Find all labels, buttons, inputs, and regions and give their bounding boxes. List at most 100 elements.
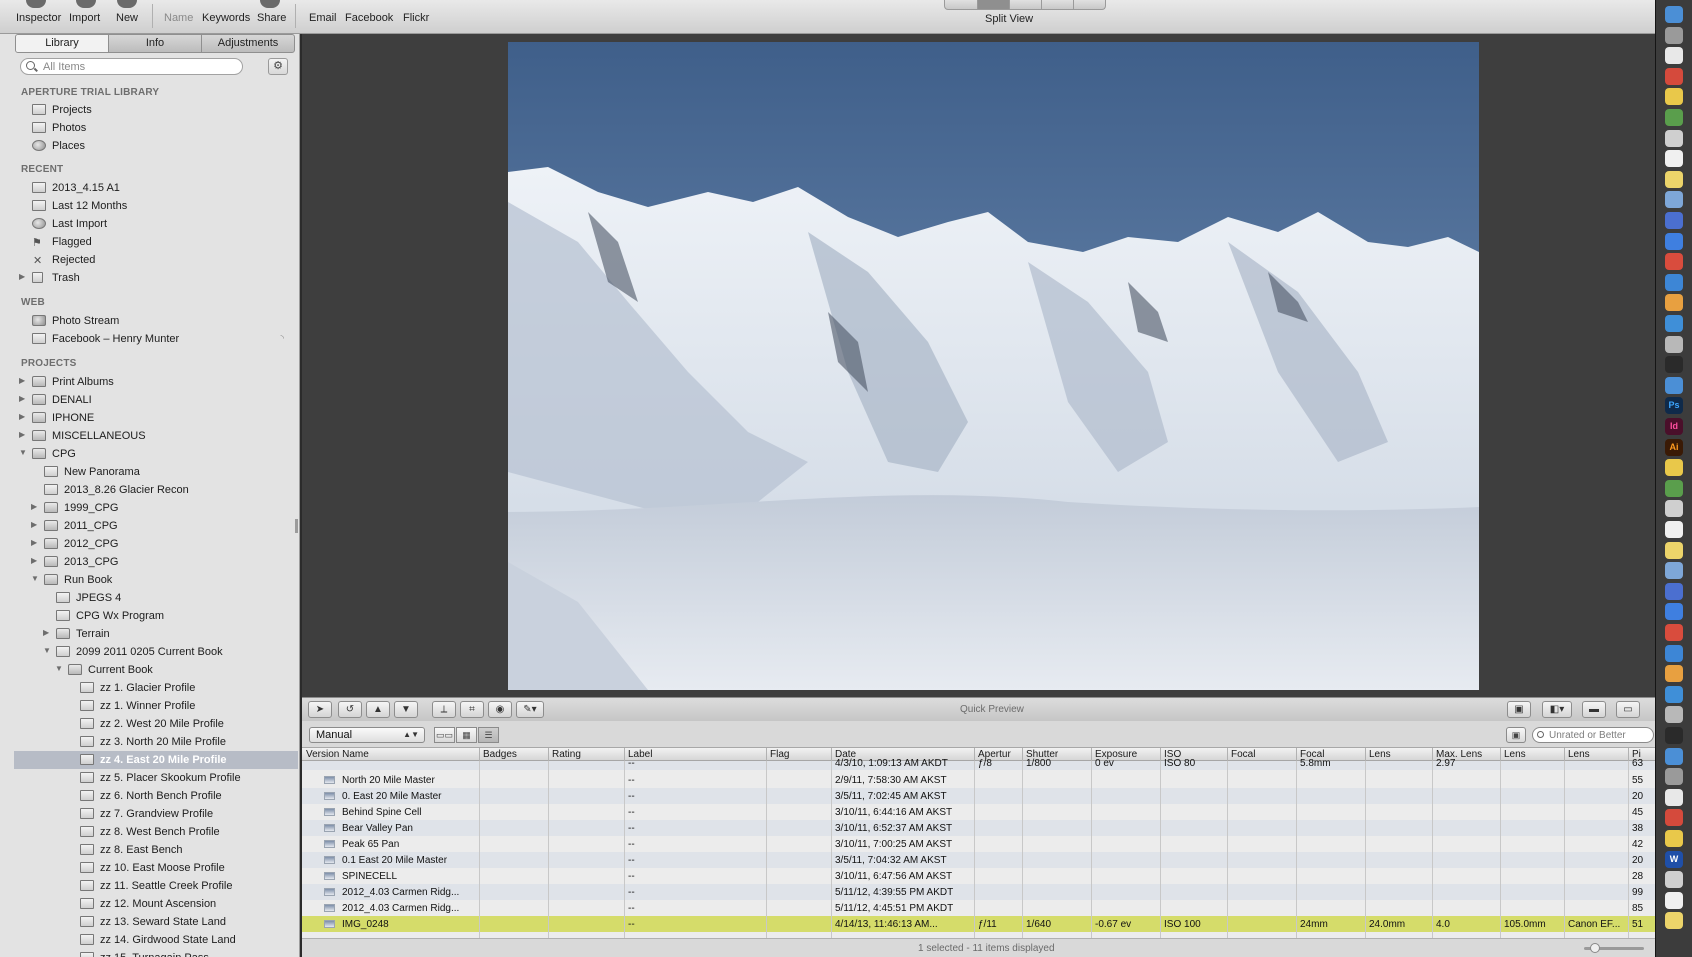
- tab-info[interactable]: Info: [109, 35, 202, 52]
- table-row[interactable]: 0. East 20 Mile Master -- 3/5/11, 7:02:45 …: [302, 788, 1655, 804]
- sidebar-item-project[interactable]: ▶ 1999_CPG: [14, 499, 298, 517]
- dock-app-icon[interactable]: [1665, 830, 1683, 847]
- dock-app-icon[interactable]: [1665, 747, 1683, 765]
- sidebar-item-project[interactable]: ▼ 2099 2011 0205 Current Book: [14, 643, 298, 661]
- dock-app-icon[interactable]: [1665, 67, 1683, 85]
- sidebar-item-project[interactable]: 2013_8.26 Glacier Recon: [14, 481, 298, 499]
- new-button[interactable]: New: [116, 12, 138, 24]
- action-menu-button[interactable]: ⚙: [268, 58, 288, 75]
- column-divider[interactable]: [548, 748, 549, 761]
- sidebar-item-project[interactable]: ▶ 2011_CPG: [14, 517, 298, 535]
- dock-app-icon[interactable]: [1665, 521, 1683, 538]
- disclosure-closed-icon[interactable]: ▶: [31, 556, 41, 565]
- name-button[interactable]: Name: [164, 12, 193, 24]
- disclosure-closed-icon[interactable]: ▶: [19, 394, 29, 403]
- library-search-input[interactable]: [43, 60, 233, 73]
- disclosure-open-icon[interactable]: ▼: [31, 574, 41, 583]
- dock-app-icon[interactable]: [1665, 88, 1683, 106]
- loupe-button[interactable]: ▣: [1507, 701, 1531, 718]
- split-view-segment[interactable]: [978, 0, 1009, 9]
- disclosure-closed-icon[interactable]: ▶: [31, 520, 41, 529]
- import-button[interactable]: Import: [69, 12, 100, 24]
- sidebar-item-project[interactable]: ▶ IPHONE: [14, 409, 298, 427]
- column-divider[interactable]: [1628, 748, 1629, 761]
- dock-app-icon[interactable]: [1665, 891, 1683, 909]
- sidebar-item-project[interactable]: JPEGS 4: [14, 589, 298, 607]
- slider-knob[interactable]: [1590, 943, 1600, 953]
- dock-app-icon[interactable]: [1665, 706, 1683, 724]
- disclosure-closed-icon[interactable]: ▶: [19, 376, 29, 385]
- table-row[interactable]: IMG_0248 -- 4/14/13, 11:46:13 AM... ƒ/11 1/6…: [302, 916, 1655, 932]
- dock-app-icon[interactable]: [1665, 479, 1683, 497]
- flickr-button[interactable]: Flickr: [403, 12, 429, 24]
- dock-app-icon[interactable]: [1665, 232, 1683, 250]
- viewer-options-button[interactable]: ◧▾: [1542, 701, 1572, 718]
- dock-app-icon[interactable]: [1665, 273, 1683, 291]
- facebook-button[interactable]: Facebook: [345, 12, 393, 24]
- sidebar-item-photo-stream[interactable]: Photo Stream: [14, 312, 298, 330]
- column-header[interactable]: Badges: [483, 749, 517, 760]
- dock-app-icon[interactable]: [1665, 253, 1683, 271]
- word-icon[interactable]: W: [1665, 850, 1683, 868]
- sidebar-item-project[interactable]: ▼ Run Book: [14, 571, 298, 589]
- sidebar-resize-handle[interactable]: [295, 519, 298, 533]
- sidebar-item-project[interactable]: zz 5. Placer Skookum Profile: [14, 769, 298, 787]
- brush-tool-button[interactable]: ✎▾: [516, 701, 544, 718]
- disclosure-closed-icon[interactable]: ▶: [31, 502, 41, 511]
- lift-tool-button[interactable]: ▲: [366, 701, 390, 718]
- sidebar-item-project[interactable]: zz 3. North 20 Mile Profile: [14, 733, 298, 751]
- table-row[interactable]: Bear Valley Pan -- 3/10/11, 6:52:37 AM AKS…: [302, 820, 1655, 836]
- dock-app-icon[interactable]: [1665, 562, 1683, 580]
- dock-app-icon[interactable]: [1665, 6, 1683, 23]
- sidebar-item-project[interactable]: zz 6. North Bench Profile: [14, 787, 298, 805]
- column-divider[interactable]: [1160, 748, 1161, 761]
- dock-app-icon[interactable]: [1665, 356, 1683, 374]
- sidebar-item-project[interactable]: ▶ Terrain: [14, 625, 298, 643]
- view-mode-segmented-control[interactable]: [944, 0, 1106, 10]
- sidebar-item-places[interactable]: Places: [14, 137, 298, 155]
- email-button[interactable]: Email: [309, 12, 337, 24]
- sidebar-item-projects[interactable]: Projects: [14, 101, 298, 119]
- dock-app-icon[interactable]: [1665, 170, 1683, 188]
- sidebar-item-project[interactable]: New Panorama: [14, 463, 298, 481]
- crop-tool-button[interactable]: ⌗: [460, 701, 484, 718]
- sidebar-item-project[interactable]: zz 13. Seward State Land: [14, 913, 298, 931]
- table-row[interactable]: 2012_4.03 Carmen Ridg... -- 5/11/12, 4:39:…: [302, 884, 1655, 900]
- dock-app-icon[interactable]: [1665, 26, 1683, 44]
- column-header[interactable]: Focal: [1231, 749, 1255, 760]
- sidebar-item-last-import[interactable]: Last Import: [14, 215, 298, 233]
- disclosure-closed-icon[interactable]: ▶: [19, 430, 29, 439]
- dock-app-icon[interactable]: [1665, 459, 1683, 477]
- dock-app-icon[interactable]: [1665, 212, 1683, 229]
- dock-app-icon[interactable]: [1665, 912, 1683, 930]
- sidebar-item-project[interactable]: zz 7. Grandview Profile: [14, 805, 298, 823]
- rotate-left-button[interactable]: ↺: [338, 701, 362, 718]
- sidebar-item-rejected[interactable]: ✕ Rejected: [14, 251, 298, 269]
- column-divider[interactable]: [974, 748, 975, 761]
- dock-app-icon[interactable]: [1665, 624, 1683, 641]
- dock-app-icon[interactable]: [1665, 768, 1683, 786]
- sidebar-item-facebook[interactable]: Facebook – Henry Munter ◝: [14, 330, 298, 348]
- list-view-button[interactable]: ☰: [478, 727, 499, 743]
- sidebar-item-project[interactable]: zz 12. Mount Ascension: [14, 895, 298, 913]
- table-row[interactable]: -- 4/3/10, 1:09:13 AM AKDT ƒ/8 1/800 0 ev ISO…: [302, 758, 1655, 770]
- column-header[interactable]: Lens: [1504, 749, 1526, 760]
- dock-app-icon[interactable]: [1665, 315, 1683, 332]
- column-header[interactable]: Lens: [1369, 749, 1391, 760]
- dock-app-icon[interactable]: [1665, 644, 1683, 662]
- disclosure-open-icon[interactable]: ▼: [19, 448, 29, 457]
- dock-app-icon[interactable]: [1665, 809, 1683, 827]
- illustrator-icon[interactable]: Ai: [1665, 438, 1683, 456]
- column-divider[interactable]: [1365, 748, 1366, 761]
- pointer-tool-button[interactable]: ➤: [308, 701, 332, 718]
- full-screen-button[interactable]: ▭: [1616, 701, 1640, 718]
- red-eye-tool-button[interactable]: ◉: [488, 701, 512, 718]
- column-divider[interactable]: [624, 748, 625, 761]
- disclosure-triangle-icon[interactable]: ▶: [19, 272, 29, 281]
- show-hud-button[interactable]: ▬: [1582, 701, 1606, 718]
- dock-app-icon[interactable]: [1665, 541, 1683, 559]
- dock-app-icon[interactable]: [1665, 582, 1683, 600]
- sidebar-item-project[interactable]: ▼ CPG: [14, 445, 298, 463]
- dock-app-icon[interactable]: [1665, 871, 1683, 889]
- dock-app-icon[interactable]: [1665, 47, 1683, 65]
